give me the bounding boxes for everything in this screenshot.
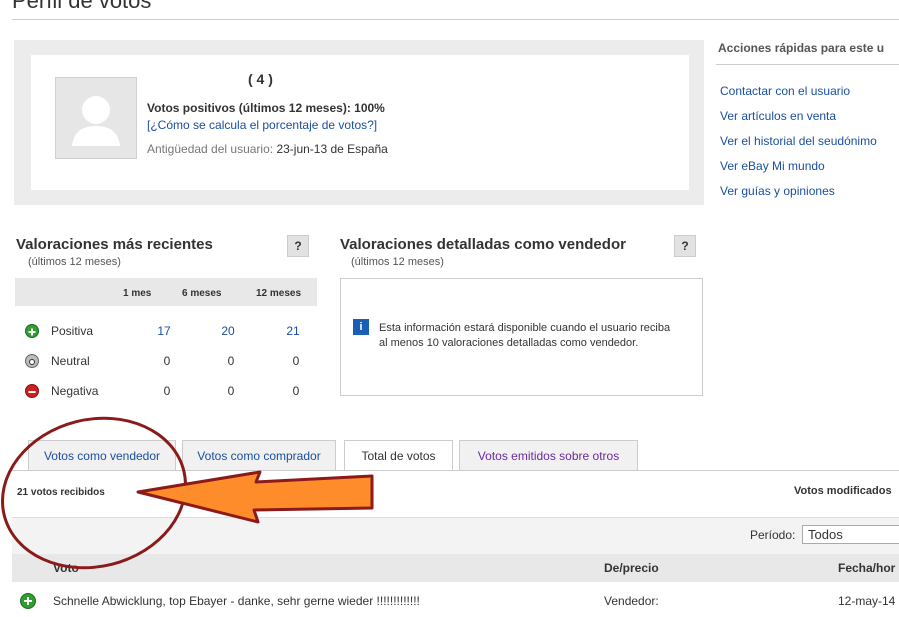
seniority-label: Antigüedad del usuario: xyxy=(147,142,274,156)
minus-circle-icon xyxy=(25,384,39,398)
my-world-link[interactable]: Ver eBay Mi mundo xyxy=(720,159,825,173)
quick-actions-divider xyxy=(716,64,899,65)
from-price-column-header[interactable]: De/precio xyxy=(604,561,659,575)
title-divider xyxy=(12,19,899,20)
user-seniority: Antigüedad del usuario: 23-jun-13 de Esp… xyxy=(147,142,388,156)
detailed-ratings-subtitle: (últimos 12 meses) xyxy=(351,256,444,268)
plus-circle-icon xyxy=(25,324,39,338)
neutral-12-months: 0 xyxy=(292,354,300,368)
quick-actions-title: Acciones rápidas para este u xyxy=(718,41,885,55)
negative-6-months: 0 xyxy=(227,384,235,398)
page-title: Perfil de votos xyxy=(12,0,152,13)
username-history-link[interactable]: Ver el historial del seudónimo xyxy=(720,134,877,148)
plus-circle-icon xyxy=(20,593,36,609)
calculation-help-link[interactable]: [¿Cómo se calcula el porcentaje de votos… xyxy=(147,118,377,132)
user-silhouette-icon xyxy=(72,96,120,146)
positive-votes-percentage: Votos positivos (últimos 12 meses): 100% xyxy=(147,101,385,115)
annotation-arrow-icon xyxy=(136,470,374,524)
contact-user-link[interactable]: Contactar con el usuario xyxy=(720,84,850,98)
positive-label: Positiva xyxy=(51,324,94,338)
avatar[interactable] xyxy=(55,77,137,159)
positive-1-month[interactable]: 17 xyxy=(149,324,179,338)
period-select[interactable]: Todos xyxy=(802,525,899,544)
vote-comment: Schnelle Abwicklung, top Ebayer - danke,… xyxy=(53,594,420,608)
vote-from: Vendedor: xyxy=(604,594,659,608)
neutral-label: Neutral xyxy=(51,354,90,368)
info-icon: i xyxy=(353,319,369,335)
negative-1-month: 0 xyxy=(163,384,171,398)
neutral-1-month: 0 xyxy=(163,354,171,368)
recent-ratings-subtitle: (últimos 12 meses) xyxy=(28,256,121,268)
detailed-ratings-title: Valoraciones detalladas como vendedor xyxy=(340,236,626,253)
recent-ratings-title: Valoraciones más recientes xyxy=(16,236,213,253)
tab-votes-left-for-others[interactable]: Votos emitidos sobre otros xyxy=(459,440,638,470)
col-1-month: 1 mes xyxy=(123,288,152,299)
vote-date: 12-may-14 xyxy=(838,594,896,608)
votes-table-header xyxy=(12,554,899,582)
neutral-circle-icon xyxy=(25,354,39,368)
positive-6-months[interactable]: 20 xyxy=(213,324,243,338)
period-label: Período: xyxy=(750,528,796,542)
seniority-value: 23-jun-13 de España xyxy=(276,142,388,156)
negative-12-months: 0 xyxy=(292,384,300,398)
detailed-ratings-info-text: Esta información estará disponible cuand… xyxy=(379,322,671,349)
items-for-sale-link[interactable]: Ver artículos en venta xyxy=(720,109,836,123)
recent-ratings-help-button[interactable]: ? xyxy=(287,235,309,257)
guides-reviews-link[interactable]: Ver guías y opiniones xyxy=(720,184,835,198)
neutral-6-months: 0 xyxy=(227,354,235,368)
modified-votes-link[interactable]: Votos modificados xyxy=(794,485,892,497)
positive-12-months[interactable]: 21 xyxy=(278,324,308,338)
tab-total-votes[interactable]: Total de votos xyxy=(344,440,453,471)
col-12-months: 12 meses xyxy=(256,288,302,299)
tab-buyer-votes[interactable]: Votos como comprador xyxy=(182,440,336,470)
date-column-header[interactable]: Fecha/hor xyxy=(838,561,895,575)
negative-label: Negativa xyxy=(51,384,99,398)
feedback-score: ( 4 ) xyxy=(248,71,273,87)
detailed-ratings-help-button[interactable]: ? xyxy=(674,235,696,257)
col-6-months: 6 meses xyxy=(182,288,222,299)
